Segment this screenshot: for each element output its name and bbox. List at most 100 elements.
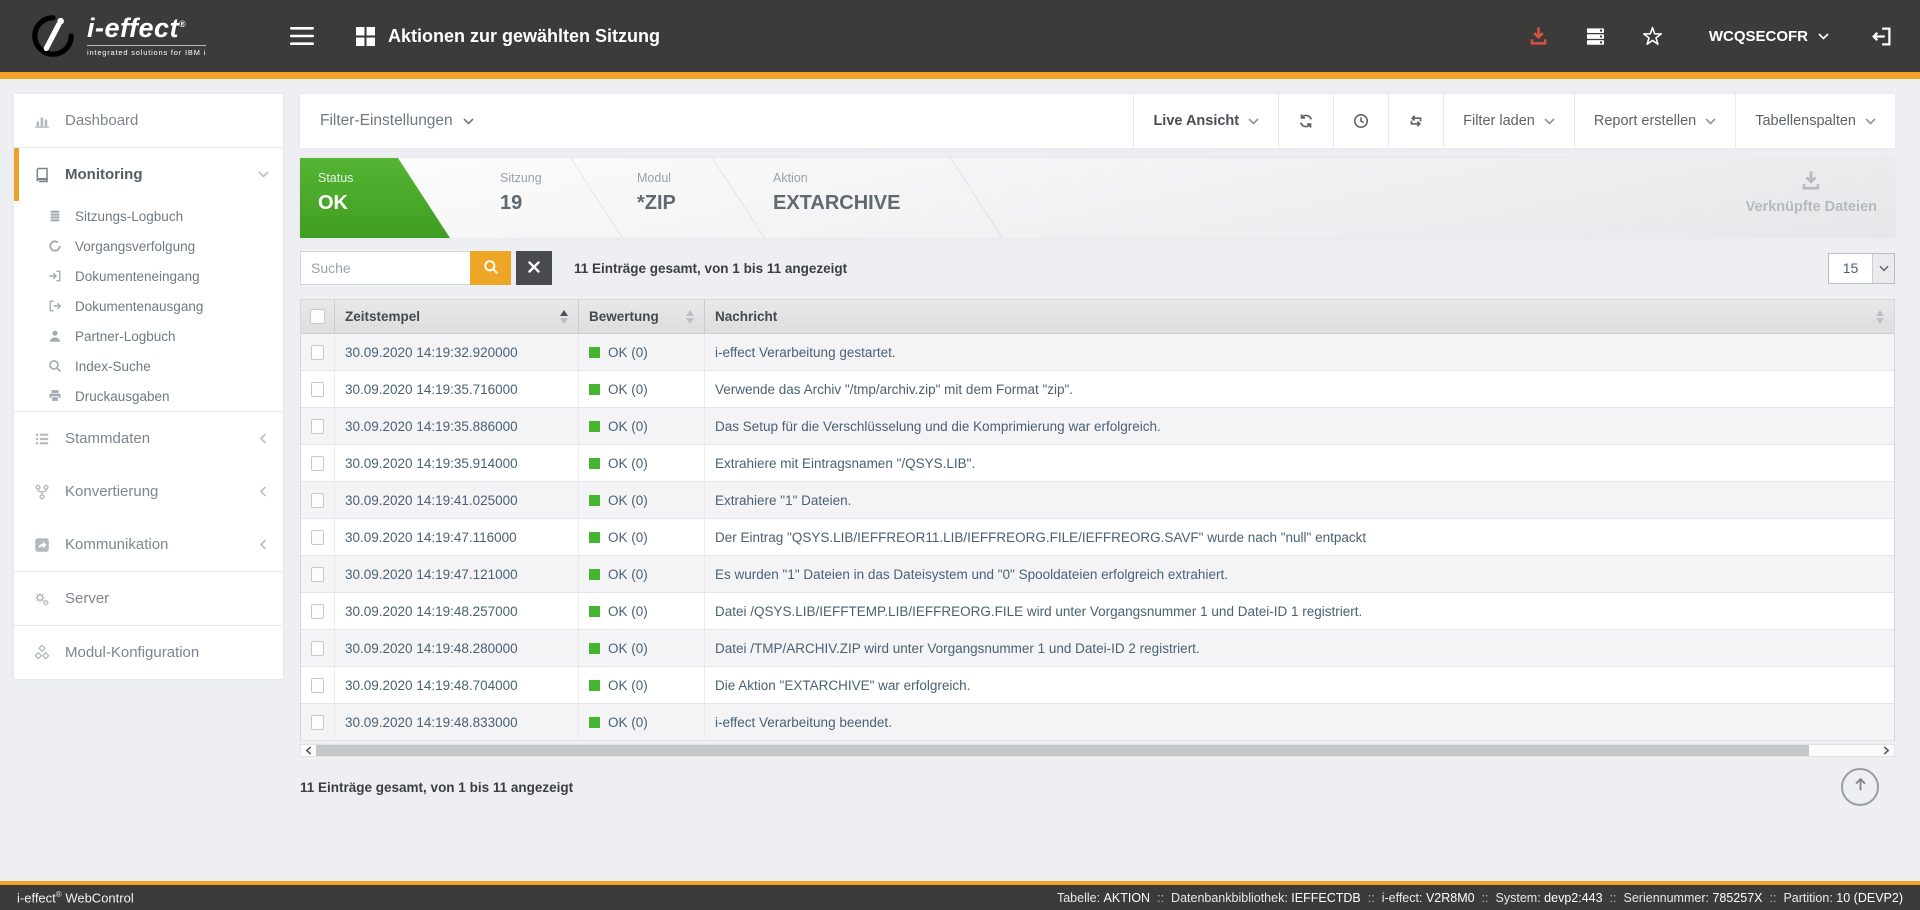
chevron-down-icon: [1705, 118, 1716, 125]
table-row[interactable]: 30.09.2020 14:19:48.833000 OK (0) i-effe…: [301, 704, 1894, 741]
live-view-button[interactable]: Live Ansicht: [1133, 94, 1278, 148]
footer-info-segment: Seriennummer: 785257X: [1624, 891, 1763, 905]
chevron-left-icon: [258, 486, 269, 497]
sign-out-icon: [48, 299, 63, 313]
message-cell: Der Eintrag "QSYS.LIB/IEFFREOR11.LIB/IEF…: [705, 519, 1894, 555]
linked-files-button[interactable]: Verknüpfte Dateien: [1736, 158, 1895, 238]
toolbar-button-label: Tabellenspalten: [1755, 113, 1856, 129]
sidebar-item-dashboard[interactable]: Dashboard: [14, 94, 283, 147]
auto-refresh-button[interactable]: [1388, 94, 1443, 148]
rating-cell: OK (0): [579, 630, 705, 666]
branch-icon: [34, 484, 52, 500]
table-row[interactable]: 30.09.2020 14:19:35.914000 OK (0) Extrah…: [301, 445, 1894, 482]
scroll-right-icon[interactable]: [1879, 745, 1894, 756]
column-header-bewertung[interactable]: Bewertung: [579, 300, 705, 333]
search-button[interactable]: [470, 251, 511, 285]
page-title-group: Aktionen zur gewählten Sitzung: [356, 26, 660, 47]
server-status-button[interactable]: [1585, 26, 1606, 47]
row-checkbox[interactable]: [311, 567, 324, 582]
horizontal-scrollbar[interactable]: [300, 744, 1895, 757]
table-body: 30.09.2020 14:19:32.920000 OK (0) i-effe…: [301, 334, 1894, 741]
table-row[interactable]: 30.09.2020 14:19:35.716000 OK (0) Verwen…: [301, 371, 1894, 408]
column-label: Nachricht: [715, 309, 777, 324]
column-header-zeitstempel[interactable]: Zeitstempel: [335, 300, 579, 333]
sidebar-item-vorgangsverfolgung[interactable]: Vorgangsverfolgung: [14, 231, 283, 261]
table-row[interactable]: 30.09.2020 14:19:32.920000 OK (0) i-effe…: [301, 334, 1894, 371]
scroll-to-top-button[interactable]: [1841, 768, 1879, 806]
sort-asc-icon: [560, 310, 568, 316]
scroll-left-icon[interactable]: [301, 745, 316, 756]
banner-segment-value: OK: [318, 192, 450, 215]
footer-brand: i-effect® WebControl: [17, 890, 134, 905]
sidebar-item-partner-logbuch[interactable]: Partner-Logbuch: [14, 321, 283, 351]
row-checkbox[interactable]: [311, 530, 324, 545]
sort-asc-icon: [1876, 310, 1884, 316]
row-checkbox[interactable]: [311, 493, 324, 508]
refresh-button[interactable]: [1278, 94, 1333, 148]
sidebar-item-server[interactable]: Server: [14, 572, 283, 625]
rating-text: OK (0): [608, 530, 648, 545]
user-menu[interactable]: WCQSECOFR: [1699, 27, 1829, 45]
sidebar-item-label: Monitoring: [65, 166, 258, 183]
downloads-button[interactable]: [1528, 26, 1549, 47]
table-row[interactable]: 30.09.2020 14:19:35.886000 OK (0) Das Se…: [301, 408, 1894, 445]
rating-text: OK (0): [608, 345, 648, 360]
sidebar-item-dokumentenausgang[interactable]: Dokumentenausgang: [14, 291, 283, 321]
sidebar-item-sitzungs-logbuch[interactable]: Sitzungs-Logbuch: [14, 201, 283, 231]
banner-segment-label: Aktion: [773, 171, 977, 185]
footer-info-segment: Tabelle: AKTION: [1057, 891, 1150, 905]
row-checkbox[interactable]: [311, 715, 324, 730]
scrollbar-track[interactable]: [316, 745, 1879, 756]
star-icon: [1642, 26, 1663, 47]
sidebar-item-kommunikation[interactable]: Kommunikation: [14, 518, 283, 571]
load-filter-button[interactable]: Filter laden: [1443, 94, 1574, 148]
list-icon: [34, 431, 52, 447]
table-row[interactable]: 30.09.2020 14:19:48.280000 OK (0) Datei …: [301, 630, 1894, 667]
row-checkbox-cell: [301, 334, 335, 370]
row-checkbox[interactable]: [311, 382, 324, 397]
table-row[interactable]: 30.09.2020 14:19:48.704000 OK (0) Die Ak…: [301, 667, 1894, 704]
filter-settings-button[interactable]: Filter-Einstellungen: [300, 94, 494, 148]
chevron-left-icon: [258, 433, 269, 444]
table-row[interactable]: 30.09.2020 14:19:47.121000 OK (0) Es wur…: [301, 556, 1894, 593]
results-summary-bottom: 11 Einträge gesamt, von 1 bis 11 angezei…: [300, 780, 573, 795]
table-columns-button[interactable]: Tabellenspalten: [1735, 94, 1895, 148]
page-size-select[interactable]: 15: [1828, 253, 1895, 284]
message-cell: Datei /TMP/ARCHIV.ZIP wird unter Vorgang…: [705, 630, 1894, 666]
row-checkbox[interactable]: [311, 456, 324, 471]
timestamp-cell: 30.09.2020 14:19:41.025000: [335, 482, 579, 518]
row-checkbox[interactable]: [311, 641, 324, 656]
sidebar-item-index-suche[interactable]: Index-Suche: [14, 351, 283, 381]
sidebar-item-stammdaten[interactable]: Stammdaten: [14, 412, 283, 465]
toolbar-actions: Live Ansicht Filter laden Report erstell…: [1133, 94, 1895, 148]
sidebar-item-dokumenteneingang[interactable]: Dokumenteneingang: [14, 261, 283, 291]
brand-logo[interactable]: i-effect® integrated solutions for IBM i: [30, 13, 262, 59]
row-checkbox[interactable]: [311, 345, 324, 360]
status-ok-square: [589, 495, 600, 506]
menu-toggle-button[interactable]: [290, 26, 314, 46]
row-checkbox[interactable]: [311, 604, 324, 619]
sort-desc-icon: [1876, 318, 1884, 324]
clear-search-button[interactable]: [516, 251, 552, 285]
row-checkbox[interactable]: [311, 678, 324, 693]
row-checkbox[interactable]: [311, 419, 324, 434]
select-all-checkbox[interactable]: [310, 309, 325, 324]
sidebar-item-druckausgaben[interactable]: Druckausgaben: [14, 381, 283, 411]
logout-button[interactable]: [1871, 26, 1892, 47]
sidebar-item-modul-konfiguration[interactable]: Modul-Konfiguration: [14, 626, 283, 679]
column-header-nachricht[interactable]: Nachricht: [705, 300, 1894, 333]
sidebar-item-konvertierung[interactable]: Konvertierung: [14, 465, 283, 518]
favorites-button[interactable]: [1642, 26, 1663, 47]
footer-info-segment: Datenbankbibliothek: IEFFECTDB: [1171, 891, 1361, 905]
sidebar-item-monitoring[interactable]: Monitoring: [14, 148, 283, 201]
history-button[interactable]: [1333, 94, 1388, 148]
scrollbar-thumb[interactable]: [316, 745, 1809, 756]
sort-icons: [1868, 310, 1884, 324]
main-content: Filter-Einstellungen Live Ansicht Filter…: [300, 94, 1895, 806]
table-row[interactable]: 30.09.2020 14:19:41.025000 OK (0) Extrah…: [301, 482, 1894, 519]
create-report-button[interactable]: Report erstellen: [1574, 94, 1735, 148]
rating-cell: OK (0): [579, 556, 705, 592]
table-row[interactable]: 30.09.2020 14:19:47.116000 OK (0) Der Ei…: [301, 519, 1894, 556]
table-row[interactable]: 30.09.2020 14:19:48.257000 OK (0) Datei …: [301, 593, 1894, 630]
search-input[interactable]: [300, 251, 470, 285]
